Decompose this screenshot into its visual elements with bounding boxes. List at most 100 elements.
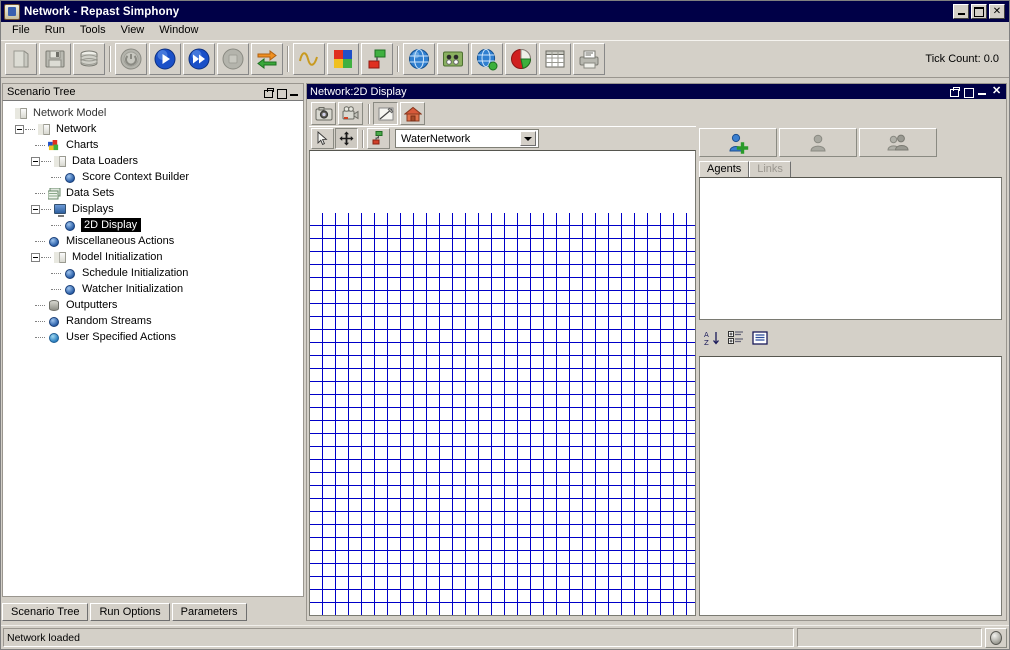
tab-links[interactable]: Links [749, 161, 791, 177]
agent-properties-table[interactable] [699, 356, 1002, 616]
menu-window[interactable]: Window [152, 22, 206, 39]
tree-node-displays[interactable]: Displays [7, 201, 303, 217]
save-scenario-button[interactable] [39, 43, 71, 75]
tab-parameters[interactable]: Parameters [171, 603, 247, 621]
movie-button[interactable] [338, 102, 363, 125]
floppy-disk-icon [43, 47, 67, 71]
add-agent-button[interactable] [699, 128, 777, 157]
tree-expander-minus[interactable] [31, 252, 40, 262]
remove-agent-button[interactable] [779, 128, 857, 157]
tree-node-score-context-builder[interactable]: Score Context Builder [7, 169, 303, 185]
tree-node-label: Network Model [33, 107, 107, 119]
agent-group-button[interactable] [859, 128, 937, 157]
select-tool-button[interactable] [311, 128, 334, 149]
tab-run-options[interactable]: Run Options [90, 603, 170, 621]
menu-tools[interactable]: Tools [73, 22, 114, 39]
tree-node-network-model[interactable]: Network Model [7, 105, 303, 121]
scenario-tree-float-button[interactable] [264, 87, 274, 98]
add-table-button[interactable] [539, 43, 571, 75]
tree-node-watcher-initialization[interactable]: Watcher Initialization [7, 281, 303, 297]
status-progress [797, 628, 982, 647]
tree-node-network[interactable]: Network [7, 121, 303, 137]
tree-node-label: Model Initialization [72, 251, 163, 263]
menu-file[interactable]: File [5, 22, 38, 39]
display-float-button[interactable] [950, 87, 960, 97]
step-run-button[interactable] [183, 43, 215, 75]
tree-expander-minus[interactable] [31, 204, 40, 214]
layout-tool-button[interactable] [367, 128, 390, 149]
tree-node-label: Random Streams [66, 315, 152, 327]
display-toolbar-separator [368, 103, 370, 124]
tree-node-model-initialization[interactable]: Model Initialization [7, 249, 303, 265]
edit-display-button[interactable] [373, 102, 398, 125]
sort-alphabetical-button[interactable]: A Z [703, 330, 721, 347]
tree-node-schedule-initialization[interactable]: Schedule Initialization [7, 265, 303, 281]
toolbar-separator [109, 46, 111, 72]
tree-expander-minus[interactable] [15, 124, 24, 134]
tree-node-label-selected: 2D Display [81, 218, 142, 232]
tree-node-label: Data Sets [66, 187, 115, 199]
window-maximize-button[interactable] [971, 4, 987, 19]
snapshot-button[interactable] [311, 102, 336, 125]
display-canvas[interactable] [309, 150, 696, 616]
display-minimize-button[interactable] [978, 87, 987, 96]
tree-node-user-specified-actions[interactable]: User Specified Actions [7, 329, 303, 345]
add-chart-button[interactable] [293, 43, 325, 75]
init-run-button[interactable] [115, 43, 147, 75]
main-toolbar: Tick Count: 0.0 [1, 40, 1009, 78]
sphere-icon [62, 218, 78, 233]
tree-node-label: Displays [72, 203, 114, 215]
printer-output-icon [577, 47, 601, 71]
home-view-button[interactable] [400, 102, 425, 125]
tab-agents[interactable]: Agents [699, 161, 750, 177]
agents-list[interactable] [699, 177, 1002, 320]
tree-node-random-streams[interactable]: Random Streams [7, 313, 303, 329]
network-grid[interactable] [310, 213, 695, 615]
window-close-button[interactable]: ✕ [989, 4, 1005, 19]
add-outputter-button[interactable] [573, 43, 605, 75]
open-scenario-button[interactable] [5, 43, 37, 75]
add-network-button[interactable] [437, 43, 469, 75]
statusbar: Network loaded [1, 625, 1009, 649]
group-categories-button[interactable] [727, 330, 745, 347]
database-icon [77, 47, 101, 71]
start-run-button[interactable] [149, 43, 181, 75]
globe-green-dot-icon [475, 47, 499, 71]
status-ball-icon[interactable] [985, 627, 1007, 648]
projection-select[interactable]: WaterNetwork [395, 129, 539, 148]
toolbar-separator [287, 46, 289, 72]
stop-run-button[interactable] [217, 43, 249, 75]
canvas-column: WaterNetwork [309, 126, 696, 616]
window-title: Network - Repast Simphony [24, 5, 180, 18]
chevron-down-icon[interactable] [520, 131, 536, 146]
scenario-tree-maximize-button[interactable] [277, 88, 287, 99]
tree-node-outputters[interactable]: Outputters [7, 297, 303, 313]
tree-node-data-sets[interactable]: Data Sets [7, 185, 303, 201]
tree-node-miscellaneous-actions[interactable]: Miscellaneous Actions [7, 233, 303, 249]
show-description-button[interactable] [751, 330, 769, 347]
add-geography-button[interactable] [471, 43, 503, 75]
display-maximize-button[interactable] [964, 87, 974, 98]
add-data-set-button[interactable] [361, 43, 393, 75]
menu-view[interactable]: View [114, 22, 153, 39]
canvas-toolbar-separator [362, 129, 364, 148]
sphere-icon [62, 170, 78, 185]
agent-buttons-row [697, 126, 1004, 159]
tree-node-charts[interactable]: Charts [7, 137, 303, 153]
add-pie-chart-button[interactable] [505, 43, 537, 75]
scenario-tree-minimize-button[interactable] [290, 88, 299, 97]
pan-tool-button[interactable] [335, 128, 358, 149]
tree-expander-minus[interactable] [31, 156, 40, 166]
window-minimize-button[interactable] [953, 4, 969, 19]
reset-run-button[interactable] [251, 43, 283, 75]
display-toolbar [307, 99, 1006, 126]
tab-scenario-tree[interactable]: Scenario Tree [2, 603, 89, 621]
tree-node-2d-display[interactable]: 2D Display [7, 217, 303, 233]
database-button[interactable] [73, 43, 105, 75]
scenario-tree-body[interactable]: Network Model Network Charts Data Loader… [2, 100, 304, 597]
menu-run[interactable]: Run [38, 22, 73, 39]
add-display-button[interactable] [403, 43, 435, 75]
display-close-button[interactable]: ✕ [992, 86, 1001, 97]
add-histogram-button[interactable] [327, 43, 359, 75]
tree-node-data-loaders[interactable]: Data Loaders [7, 153, 303, 169]
